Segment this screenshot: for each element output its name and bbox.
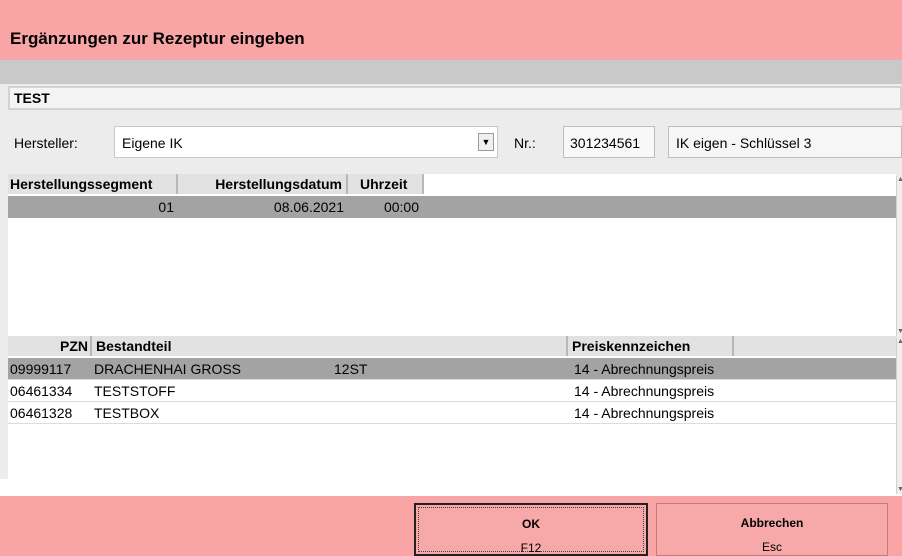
nr-value: 301234561 (570, 135, 641, 151)
ik-key-value: IK eigen - Schlüssel 3 (676, 135, 812, 151)
ik-key-field[interactable]: IK eigen - Schlüssel 3 (668, 126, 902, 158)
manufacturer-label: Hersteller: (14, 135, 78, 151)
table-row[interactable]: 06461334 TESTSTOFF 14 - Abrechnungspreis (8, 380, 896, 402)
window-title: Ergänzungen zur Rezeptur eingeben (10, 29, 305, 48)
chevron-down-icon[interactable]: ▼ (478, 133, 494, 151)
component-qty-cell: 12ST (334, 361, 368, 377)
ok-button-shortcut: F12 (520, 541, 542, 555)
table-row[interactable]: 06461328 TESTBOX 14 - Abrechnungspreis (8, 402, 896, 424)
pzn-cell: 06461328 (10, 405, 73, 421)
price-code-cell: 14 - Abrechnungspreis (574, 405, 715, 421)
column-header-component[interactable]: Bestandteil (92, 336, 568, 356)
price-code-cell: 14 - Abrechnungspreis (574, 361, 715, 377)
recipe-name-bar: TEST (8, 86, 902, 110)
nr-label: Nr.: (514, 135, 536, 151)
components-table[interactable]: PZN Bestandteil Preiskennzeichen 0999911… (8, 336, 896, 494)
segment-table[interactable]: Herstellungssegment Herstellungsdatum Uh… (8, 174, 896, 336)
segment-scrollbar[interactable]: ▲ ▼ (896, 176, 902, 336)
date-cell: 08.06.2021 (273, 199, 344, 215)
pzn-cell: 09999117 (10, 361, 72, 377)
table-row[interactable]: 01 08.06.2021 00:00 (8, 196, 896, 218)
scroll-down-arrow-icon[interactable]: ▼ (897, 328, 902, 336)
price-code-cell: 14 - Abrechnungspreis (574, 383, 715, 399)
scroll-down-arrow-icon[interactable]: ▼ (897, 486, 902, 494)
nr-field[interactable]: 301234561 (563, 126, 655, 158)
time-cell: 00:00 (383, 199, 419, 215)
pzn-cell: 06461334 (10, 383, 73, 399)
manufacturer-select[interactable]: Eigene IK ▼ (114, 126, 498, 158)
column-header-segment[interactable]: Herstellungssegment (8, 174, 178, 194)
component-name-cell: TESTSTOFF (94, 383, 176, 399)
ok-button-label: OK (522, 517, 540, 531)
table-row[interactable]: 09999117 DRACHENHAI GROSS 12ST 14 - Abre… (8, 358, 896, 380)
scroll-up-arrow-icon[interactable]: ▲ (897, 338, 902, 346)
recipe-name: TEST (14, 90, 50, 106)
column-header-date[interactable]: Herstellungsdatum (178, 174, 348, 194)
column-header-price-code[interactable]: Preiskennzeichen (568, 336, 734, 356)
cancel-button-label: Abbrechen (740, 516, 804, 530)
cancel-button-shortcut: Esc (761, 540, 782, 554)
title-bar: Ergänzungen zur Rezeptur eingeben (0, 0, 902, 60)
segment-cell: 01 (158, 199, 174, 215)
column-header-pzn[interactable]: PZN (8, 336, 92, 356)
header-separator (0, 60, 902, 84)
ok-button[interactable]: OK F12 (414, 503, 648, 556)
component-name-cell: TESTBOX (94, 405, 160, 421)
cancel-button[interactable]: Abbrechen Esc (656, 503, 888, 556)
manufacturer-value: Eigene IK (122, 135, 183, 151)
column-header-time[interactable]: Uhrzeit (348, 174, 424, 194)
component-name-cell: DRACHENHAI GROSS (94, 361, 242, 377)
components-scrollbar[interactable]: ▲ ▼ (896, 338, 902, 494)
scroll-up-arrow-icon[interactable]: ▲ (897, 176, 902, 184)
